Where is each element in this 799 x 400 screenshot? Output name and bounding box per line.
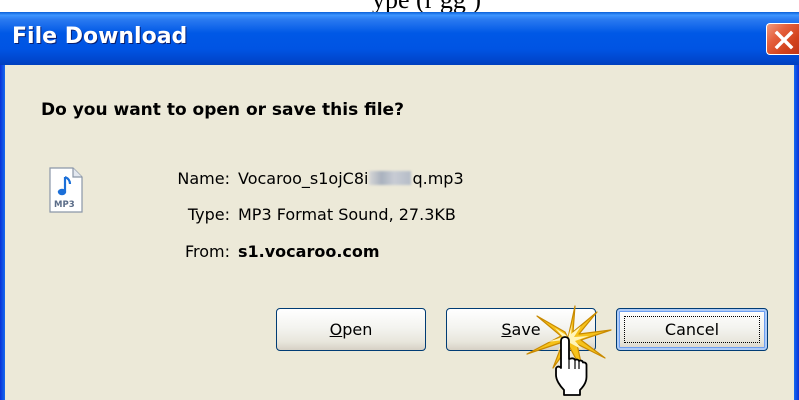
file-name-value: Vocaroo_s1ojC8i q.mp3 [238,169,464,188]
redaction-blur [369,171,412,185]
close-button[interactable] [766,23,799,55]
title-bar[interactable]: File Download [0,12,799,65]
cancel-button[interactable]: Cancel [616,308,768,351]
name-label: Name: [177,169,230,188]
open-button-label: Open [329,320,373,339]
mouse-cursor-icon [555,336,588,396]
dialog-question: Do you want to open or save this file? [41,100,404,120]
type-label: Type: [187,205,230,224]
file-name-suffix: q.mp3 [412,169,464,188]
file-type-value: MP3 Format Sound, 27.3KB [238,205,456,224]
window-title: File Download [12,24,188,49]
window-border-left [0,12,5,400]
file-name-prefix: Vocaroo_s1ojC8i [238,169,369,188]
mp3-file-icon: MP3 [49,167,83,213]
open-button[interactable]: Open [276,308,426,351]
cancel-button-label: Cancel [664,320,720,339]
from-label: From: [184,242,230,261]
close-icon [774,30,794,50]
file-download-dialog: File Download Do you want to open or sav… [0,12,799,400]
window-border-right [794,12,799,400]
mp3-icon-label: MP3 [54,200,75,210]
screenshot: ype (r gg ) File Download Do you want to… [0,0,799,400]
file-source-value: s1.vocaroo.com [238,242,380,261]
